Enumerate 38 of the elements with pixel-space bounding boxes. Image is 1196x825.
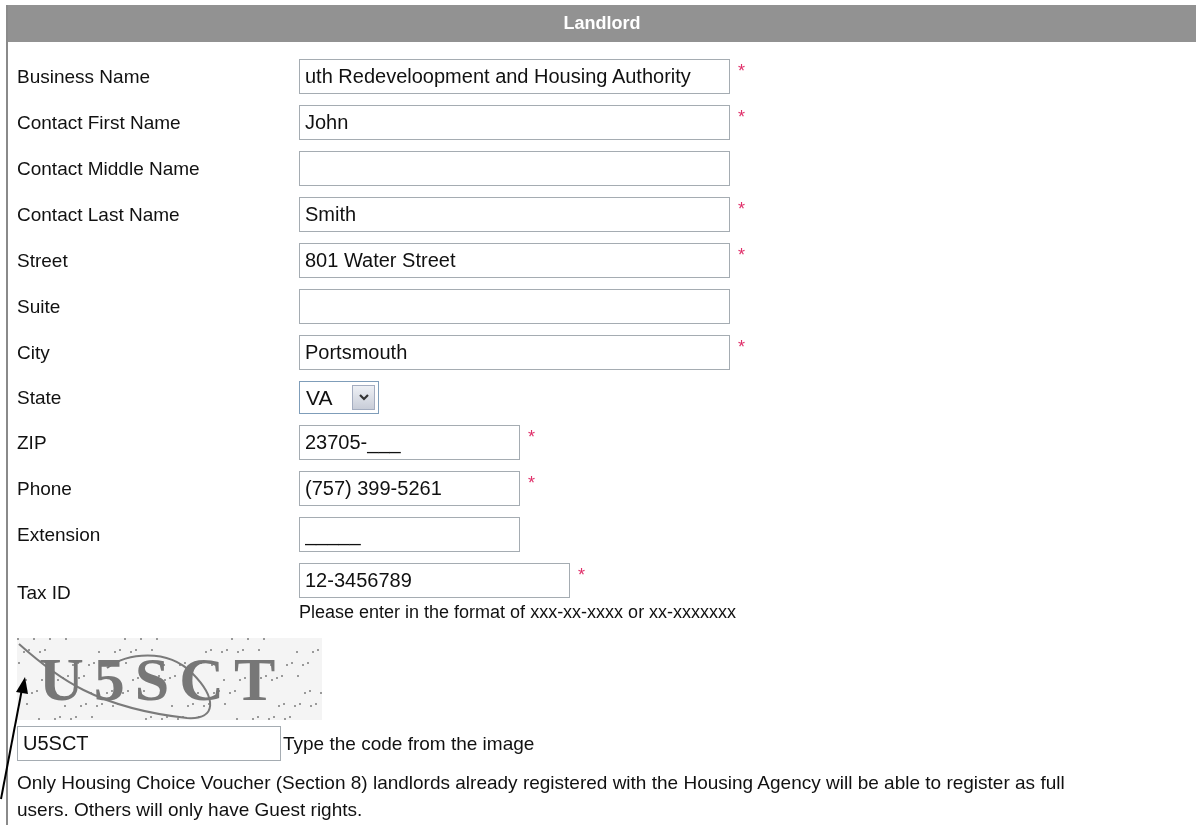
- field-label: Contact Last Name: [17, 203, 181, 226]
- chevron-down-icon: [358, 394, 369, 401]
- field-label: Tax ID: [17, 582, 72, 604]
- state-dropdown[interactable]: VA: [299, 381, 379, 414]
- text-field[interactable]: John: [299, 105, 730, 140]
- text-field[interactable]: _____: [299, 517, 520, 552]
- required-mark: *: [528, 472, 535, 495]
- field-label: City: [17, 341, 51, 364]
- text-field[interactable]: [299, 289, 730, 324]
- field-label: Extension: [17, 523, 102, 546]
- field-label: Street: [17, 249, 69, 272]
- field-label: Contact First Name: [17, 111, 182, 134]
- captcha-instruction: Type the code from the image: [283, 732, 535, 755]
- text-field[interactable]: Portsmouth: [299, 335, 730, 370]
- text-field[interactable]: 801 Water Street: [299, 243, 730, 278]
- required-mark: *: [578, 564, 585, 587]
- text-field[interactable]: 23705-___: [299, 425, 520, 460]
- text-field[interactable]: [299, 151, 730, 186]
- captcha-field[interactable]: U5SCT: [17, 726, 281, 761]
- format-hint: Please enter in the format of xxx-xx-xxxx or xx-xxxxxxx: [299, 602, 738, 623]
- field-label: State: [17, 386, 63, 409]
- required-mark: *: [738, 244, 745, 267]
- text-field[interactable]: 12-3456789: [299, 563, 570, 598]
- notice-text: Only Housing Choice Voucher (Section 8) landlords already registered with the Housing Agency will be able to register as full users. Others will only have Guest rights.: [17, 771, 1066, 822]
- required-mark: *: [738, 106, 745, 129]
- field-label: Suite: [17, 295, 62, 318]
- field-label: Business Name: [17, 65, 152, 88]
- required-mark: *: [738, 198, 745, 221]
- text-field[interactable]: uth Redeveloopment and Housing Authority: [299, 59, 730, 94]
- text-field[interactable]: Smith: [299, 197, 730, 232]
- field-label: ZIP: [17, 431, 48, 454]
- text-field[interactable]: (757) 399-5261: [299, 471, 520, 506]
- field-label: Phone: [17, 477, 73, 500]
- required-mark: *: [528, 426, 535, 449]
- field-label: Contact Middle Name: [17, 157, 201, 180]
- required-mark: *: [738, 336, 745, 359]
- panel-title: Landlord: [563, 13, 641, 34]
- required-mark: *: [738, 60, 745, 83]
